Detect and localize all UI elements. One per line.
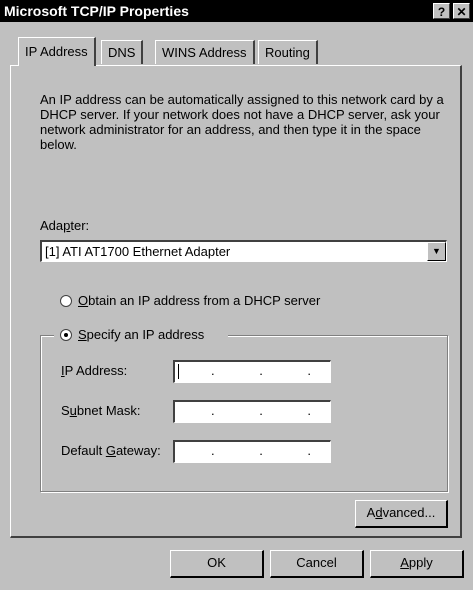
help-icon: ? xyxy=(437,5,446,19)
radio-specify-ip-label[interactable]: Specify an IP address xyxy=(78,327,204,342)
tab-label: Routing xyxy=(265,45,310,60)
ip-address-label: IP Address: xyxy=(61,363,128,378)
adapter-value: [1] ATI AT1700 Ethernet Adapter xyxy=(45,244,231,259)
tcpip-properties-dialog: Microsoft TCP/IP Properties ? ✕ IP Addre… xyxy=(0,0,473,590)
ip-address-value: ... xyxy=(211,363,311,378)
ok-button[interactable]: OK xyxy=(170,550,264,578)
tab-wins-address[interactable]: WINS Address xyxy=(155,40,255,64)
radio-selected-dot xyxy=(64,333,68,337)
tab-label: IP Address xyxy=(25,44,88,59)
apply-button[interactable]: Apply xyxy=(370,550,464,578)
chevron-down-icon: ▼ xyxy=(432,246,441,256)
tab-ip-address[interactable]: IP Address xyxy=(18,37,96,66)
close-icon: ✕ xyxy=(456,5,467,19)
adapter-label: Adapter: xyxy=(40,218,90,233)
tab-dns[interactable]: DNS xyxy=(101,40,144,64)
tab-label: WINS Address xyxy=(162,45,247,60)
radio-specify-ip[interactable] xyxy=(60,329,72,341)
advanced-button[interactable]: Advanced... xyxy=(355,500,448,528)
default-gateway-label: Default Gateway: xyxy=(61,443,161,458)
tab-routing[interactable]: Routing xyxy=(258,40,318,64)
dropdown-button[interactable]: ▼ xyxy=(427,242,446,261)
cancel-button[interactable]: Cancel xyxy=(270,550,364,578)
text-caret xyxy=(178,364,179,379)
default-gateway-value: ... xyxy=(211,443,311,458)
description-text: An IP address can be automatically assig… xyxy=(40,92,444,152)
adapter-select[interactable]: [1] ATI AT1700 Ethernet Adapter ▼ xyxy=(40,240,447,262)
tab-label: DNS xyxy=(108,45,136,60)
subnet-mask-label: Subnet Mask: xyxy=(61,403,141,418)
window-title: Microsoft TCP/IP Properties xyxy=(4,3,189,19)
ip-address-input[interactable]: ... xyxy=(173,360,331,383)
subnet-mask-value: ... xyxy=(211,403,311,418)
help-button[interactable]: ? xyxy=(433,3,450,19)
default-gateway-input[interactable]: ... xyxy=(173,440,331,463)
close-button[interactable]: ✕ xyxy=(453,3,470,19)
radio-obtain-dhcp[interactable] xyxy=(60,295,72,307)
radio-obtain-dhcp-label[interactable]: Obtain an IP address from a DHCP server xyxy=(78,293,320,308)
title-bar: Microsoft TCP/IP Properties ? ✕ xyxy=(0,0,473,22)
subnet-mask-input[interactable]: ... xyxy=(173,400,331,423)
